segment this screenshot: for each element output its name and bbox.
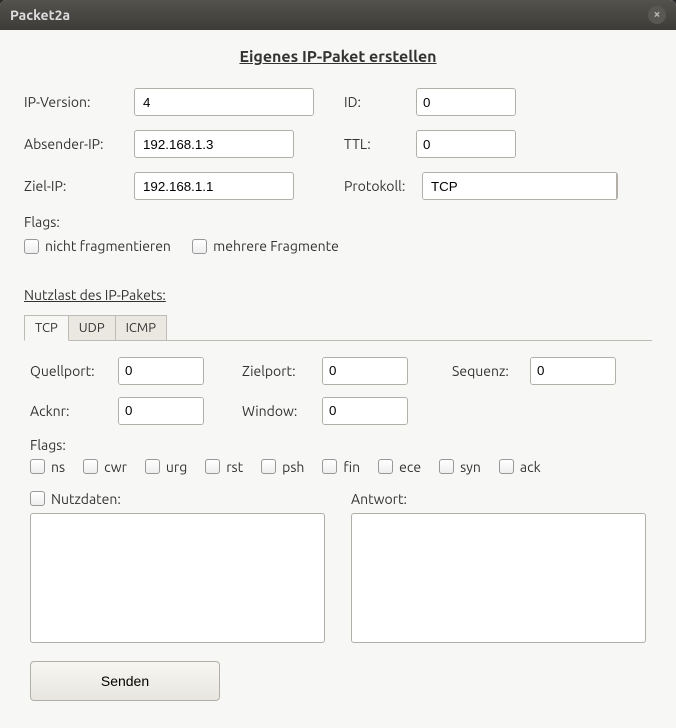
titlebar: Packet2a × [0,0,676,30]
ip-version-input[interactable] [135,89,314,115]
srcport-spinner[interactable] [118,357,204,385]
srcport-label: Quellport: [30,363,108,379]
window-title: Packet2a [10,7,648,23]
flag-ns-checkbox[interactable]: ns [30,459,65,475]
protocol-label: Protokoll: [344,178,422,194]
window-input[interactable] [323,398,408,424]
sender-ip-input[interactable] [134,130,294,158]
packet-dialog: Packet2a × Eigenes IP-Paket erstellen IP… [0,0,676,728]
tab-icmp[interactable]: ICMP [115,315,167,340]
acknr-input[interactable] [119,398,204,424]
row-ip-version: IP-Version: ID: [24,88,652,116]
id-label: ID: [344,94,416,110]
acknr-spinner[interactable] [118,397,204,425]
close-icon[interactable]: × [648,6,666,24]
flag-psh-checkbox[interactable]: psh [261,459,304,475]
dstport-input[interactable] [323,358,408,384]
more-fragments-label: mehrere Fragmente [213,238,339,254]
tab-udp[interactable]: UDP [68,315,116,340]
dont-fragment-label: nicht fragmentieren [45,238,171,254]
flag-urg-checkbox[interactable]: urg [145,459,187,475]
response-textarea[interactable] [351,513,646,643]
ip-flags-label: Flags: [24,214,652,230]
dstport-label: Zielport: [242,363,312,379]
ttl-input[interactable] [417,131,516,157]
window-spinner[interactable] [322,397,408,425]
response-label: Antwort: [351,491,407,507]
tab-tcp[interactable]: TCP [24,315,69,341]
page-title: Eigenes IP-Paket erstellen [24,48,652,66]
send-button[interactable]: Senden [30,661,220,701]
flag-rst-checkbox[interactable]: rst [205,459,243,475]
id-spinner[interactable] [416,88,516,116]
more-fragments-checkbox[interactable]: mehrere Fragmente [192,238,339,254]
ttl-label: TTL: [344,136,416,152]
target-ip-input[interactable] [134,172,294,200]
payload-checkbox[interactable]: Nutzdaten: [30,491,121,507]
id-input[interactable] [417,89,516,115]
row-target-ip: Ziel-IP: Protokoll: [24,172,652,200]
ip-version-combo[interactable] [134,88,314,116]
chevron-down-icon[interactable] [616,173,618,199]
flag-fin-checkbox[interactable]: fin [322,459,360,475]
payload-section-label: Nutzlast des IP-Pakets: [24,287,652,303]
flag-ece-checkbox[interactable]: ece [378,459,421,475]
protocol-tabs: TCP UDP ICMP [24,315,652,341]
flag-ack-checkbox[interactable]: ack [499,459,541,475]
ip-version-label: IP-Version: [24,94,134,110]
dont-fragment-checkbox[interactable]: nicht fragmentieren [24,238,171,254]
tcp-panel: Quellport: Zielport: Sequenz: [24,341,652,709]
ttl-spinner[interactable] [416,130,516,158]
acknr-label: Acknr: [30,403,108,419]
flag-cwr-checkbox[interactable]: cwr [83,459,127,475]
payload-textarea[interactable] [30,513,325,643]
window-label: Window: [242,403,312,419]
row-sender-ip: Absender-IP: TTL: [24,130,652,158]
protocol-combo[interactable] [422,172,618,200]
payload-label: Nutzdaten: [51,491,121,507]
seq-input[interactable] [531,358,616,384]
seq-label: Sequenz: [452,363,520,379]
seq-spinner[interactable] [530,357,616,385]
tcp-flags-label: Flags: [30,437,646,453]
srcport-input[interactable] [119,358,204,384]
dstport-spinner[interactable] [322,357,408,385]
sender-ip-label: Absender-IP: [24,136,134,152]
flag-syn-checkbox[interactable]: syn [439,459,481,475]
protocol-input[interactable] [423,173,616,199]
content-area: Eigenes IP-Paket erstellen IP-Version: I… [0,30,676,727]
target-ip-label: Ziel-IP: [24,178,134,194]
